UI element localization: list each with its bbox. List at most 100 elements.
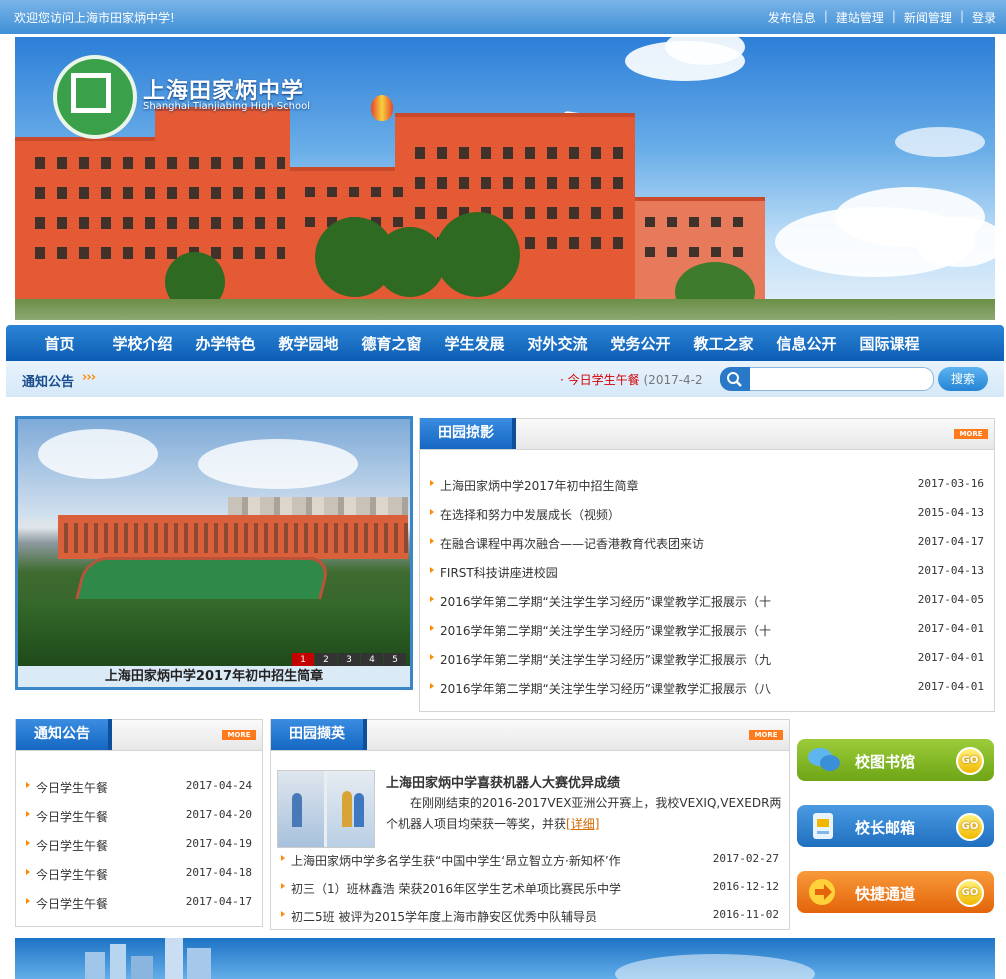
login-link[interactable]: 登录 — [972, 9, 996, 26]
list-item[interactable]: 在融合课程中再次融合——记香港教育代表团来访 2017-04-17 — [430, 535, 984, 555]
ticker-title[interactable]: 今日学生午餐 — [568, 373, 640, 387]
slider-page-3[interactable]: 3 — [338, 653, 360, 666]
publish-info-link[interactable]: 发布信息 — [768, 9, 816, 26]
list-item[interactable]: 初三（1）班林鑫浩 荣获2016年区学生艺术单项比赛民乐中学 2016-12-12 — [281, 880, 779, 900]
nav-staff-home[interactable]: 教工之家 — [682, 333, 765, 354]
bullet-icon — [430, 509, 434, 515]
nav-international-courses[interactable]: 国际课程 — [848, 333, 931, 354]
panel-title[interactable]: 田园撷英 — [271, 719, 367, 750]
list-item[interactable]: 上海田家炳中学多名学生获“中国中学生‘昂立智立方·新知杯’作 2017-02-27 — [281, 852, 779, 872]
separator: | — [823, 9, 828, 23]
bullet-icon — [26, 898, 30, 904]
ticker-date: (2017-4-2 — [643, 373, 703, 387]
bullet-icon — [26, 840, 30, 846]
nav-exchange[interactable]: 对外交流 — [516, 333, 599, 354]
notice-strip: 通知公告 ››› · 今日学生午餐 (2017-4-2 搜索 — [6, 361, 1004, 397]
separator: | — [891, 9, 896, 23]
bullet-icon — [26, 811, 30, 817]
mailbox-icon — [813, 813, 833, 839]
list-item[interactable]: 今日学生午餐 2017-04-19 — [26, 837, 252, 857]
bullet-icon — [430, 567, 434, 573]
slider-page-1[interactable]: 1 — [292, 653, 314, 666]
nav-info-disclosure[interactable]: 信息公开 — [765, 333, 848, 354]
arrow-right-icon — [809, 879, 835, 905]
principal-mailbox-label: 校长邮箱 — [855, 819, 916, 837]
notices-panel: 通知公告 MORE 今日学生午餐 2017-04-24 今日学生午餐 2017-04… — [15, 719, 263, 927]
campus-photos-panel: 田园掠影 MORE 上海田家炳中学2017年初中招生简章 2017-03-16 在… — [419, 418, 995, 712]
bullet-icon — [430, 654, 434, 660]
more-button[interactable]: MORE — [954, 429, 988, 439]
nav-home[interactable]: 首页 — [18, 333, 101, 354]
shortcut-label: 快捷通道 — [855, 885, 916, 903]
go-icon: GO — [956, 879, 984, 907]
more-button[interactable]: MORE — [222, 730, 256, 740]
feature-thumbnail[interactable] — [277, 770, 375, 848]
panel-header: 田园掠影 MORE — [420, 418, 994, 450]
featured-photo-slider[interactable]: 1 2 3 4 5 上海田家炳中学2017年初中招生简章 — [15, 416, 413, 690]
bullet-icon — [281, 855, 285, 861]
search-box[interactable] — [720, 367, 934, 391]
list-item[interactable]: 2016学年第二学期“关注学生学习经历”课堂教学汇报展示（九 2017-04-01 — [430, 651, 984, 671]
top-links: 发布信息 | 建站管理 | 新闻管理 | 登录 — [768, 9, 996, 26]
panel-title[interactable]: 田园掠影 — [420, 418, 516, 449]
list-item[interactable]: 今日学生午餐 2017-04-24 — [26, 779, 252, 799]
notice-label: 通知公告 — [22, 375, 75, 390]
nav-teaching[interactable]: 教学园地 — [267, 333, 350, 354]
featured-photo[interactable]: 1 2 3 4 5 — [18, 419, 410, 666]
list-item[interactable]: 上海田家炳中学2017年初中招生简章 2017-03-16 — [430, 477, 984, 497]
bullet-icon — [281, 911, 285, 917]
list-item[interactable]: 2016学年第二学期“关注学生学习经历”课堂教学汇报展示（十 2017-04-01 — [430, 622, 984, 642]
main-nav: 首页 学校介绍 办学特色 教学园地 德育之窗 学生发展 对外交流 党务公开 教工… — [6, 325, 1004, 361]
list-item[interactable]: FIRST科技讲座进校园 2017-04-13 — [430, 564, 984, 584]
list-item[interactable]: 2016学年第二学期“关注学生学习经历”课堂教学汇报展示（八 2017-04-01 — [430, 680, 984, 700]
list-item[interactable]: 初二5班 被评为2015学年度上海市静安区优秀中队辅导员 2016-11-02 — [281, 908, 779, 928]
list-item[interactable]: 在选择和努力中发展成长（视频） 2015-04-13 — [430, 506, 984, 526]
bullet-icon — [281, 883, 285, 889]
search-input[interactable] — [753, 368, 933, 390]
go-icon: GO — [956, 813, 984, 841]
feature-detail-link[interactable]: [详细] — [566, 817, 599, 831]
shortcut-button[interactable]: 快捷通道 GO — [797, 871, 994, 913]
nav-school-intro[interactable]: 学校介绍 — [101, 333, 184, 354]
notice-ticker[interactable]: · 今日学生午餐 (2017-4-2 — [560, 371, 703, 388]
news-admin-link[interactable]: 新闻管理 — [904, 9, 952, 26]
site-admin-link[interactable]: 建站管理 — [836, 9, 884, 26]
list-item[interactable]: 今日学生午餐 2017-04-18 — [26, 866, 252, 886]
feature-text: 在刚刚结束的2016-2017VEX亚洲公开赛上，我校VEXIQ,VEXEDR两… — [386, 796, 782, 831]
bullet-icon — [430, 683, 434, 689]
library-button[interactable]: 校图书馆 GO — [797, 739, 994, 781]
panel-title[interactable]: 通知公告 — [16, 719, 112, 750]
photo-caption[interactable]: 上海田家炳中学2017年初中招生简章 — [18, 666, 410, 687]
chevrons-icon: ››› — [82, 370, 96, 385]
school-name-english: Shanghai Tianjiabing High School — [143, 101, 311, 112]
top-bar: 欢迎您访问上海市田家炳中学! 发布信息 | 建站管理 | 新闻管理 | 登录 — [0, 0, 1006, 34]
panel-header: 通知公告 MORE — [16, 719, 262, 751]
slider-page-4[interactable]: 4 — [361, 653, 383, 666]
panel-header: 田园撷英 MORE — [271, 719, 789, 751]
list-item[interactable]: 今日学生午餐 2017-04-17 — [26, 895, 252, 915]
separator: | — [959, 9, 964, 23]
go-icon: GO — [956, 747, 984, 775]
speech-bubbles-icon — [808, 748, 840, 771]
hot-air-balloon-icon — [371, 95, 393, 121]
search-button[interactable]: 搜索 — [938, 367, 988, 391]
list-item[interactable]: 2016学年第二学期“关注学生学习经历”课堂教学汇报展示（十 2017-04-05 — [430, 593, 984, 613]
footer-banner — [15, 938, 995, 979]
bullet-icon — [430, 480, 434, 486]
nav-party-affairs[interactable]: 党务公开 — [599, 333, 682, 354]
principal-mailbox-button[interactable]: 校长邮箱 GO — [797, 805, 994, 847]
slider-page-5[interactable]: 5 — [384, 653, 406, 666]
more-button[interactable]: MORE — [749, 730, 783, 740]
welcome-text: 欢迎您访问上海市田家炳中学! — [14, 11, 175, 25]
nav-features[interactable]: 办学特色 — [184, 333, 267, 354]
nav-moral-education[interactable]: 德育之窗 — [350, 333, 433, 354]
search-icon — [720, 367, 750, 391]
list-item[interactable]: 今日学生午餐 2017-04-20 — [26, 808, 252, 828]
slider-pager: 1 2 3 4 5 — [292, 653, 406, 666]
library-label: 校图书馆 — [855, 753, 916, 771]
nav-student-development[interactable]: 学生发展 — [433, 333, 516, 354]
bullet-icon — [430, 596, 434, 602]
bullet-icon — [430, 538, 434, 544]
slider-page-2[interactable]: 2 — [315, 653, 337, 666]
feature-title[interactable]: 上海田家炳中学喜获机器人大赛优异成绩 — [386, 772, 620, 791]
